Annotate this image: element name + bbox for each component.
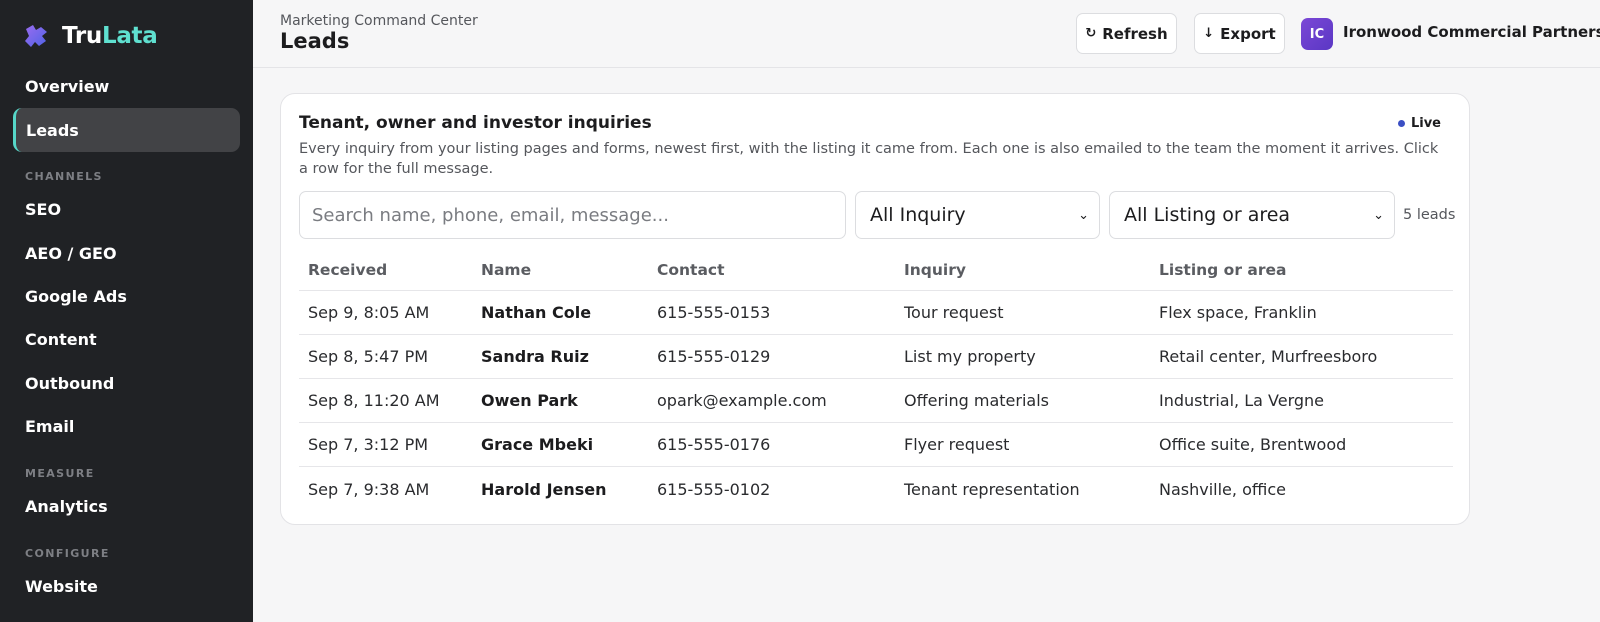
received-cell: Sep 9, 8:05 AM	[308, 303, 430, 322]
sidebar-item-label: AEO / GEO	[25, 243, 117, 263]
section-label-configure: CONFIGURE	[25, 547, 110, 560]
contact-cell: 615-555-0153	[657, 303, 771, 322]
live-dot-icon	[1397, 120, 1405, 127]
chevron-down-icon: ⌄	[1078, 207, 1089, 223]
table-header: Received Name Contact Inquiry Listing or…	[299, 250, 1453, 291]
sidebar-item-google-ads[interactable]: Google Ads	[13, 274, 240, 318]
refresh-button-label: Refresh	[1102, 24, 1168, 43]
breadcrumb: Marketing Command Center	[280, 13, 478, 29]
sidebar-item-label: Overview	[25, 76, 110, 96]
contact-cell: 615-555-0176	[657, 435, 771, 454]
name-cell: Owen Park	[481, 391, 578, 410]
sidebar-item-label: Outbound	[25, 373, 115, 393]
contact-cell: 615-555-0129	[657, 347, 771, 366]
sidebar-item-label: Google Ads	[25, 286, 127, 306]
live-label: Live	[1410, 116, 1441, 131]
export-button-label: Export	[1220, 24, 1276, 43]
sidebar: TruLata Overview Leads CHANNELS SEO AEO …	[0, 0, 253, 622]
listing-filter-value: All Listing or area	[1124, 204, 1291, 226]
sidebar-item-label: Analytics	[25, 496, 108, 516]
organization-name[interactable]: Ironwood Commercial Partners	[1343, 23, 1600, 41]
brand-name-part2: Lata	[101, 23, 158, 49]
download-arrow-icon: ↓	[1203, 26, 1215, 41]
inquiry-filter-select[interactable]: All Inquiry ⌄	[855, 191, 1100, 239]
sidebar-item-overview[interactable]: Overview	[13, 64, 240, 108]
table-row[interactable]: Sep 7, 9:38 AM Harold Jensen 615-555-010…	[299, 467, 1453, 511]
table-row[interactable]: Sep 9, 8:05 AM Nathan Cole 615-555-0153 …	[299, 291, 1453, 335]
refresh-icon: ↻	[1085, 26, 1097, 41]
top-header: Marketing Command Center Leads ↻ Refresh…	[253, 0, 1600, 68]
inquiry-cell: Offering materials	[904, 391, 1049, 410]
search-input[interactable]	[299, 191, 846, 239]
refresh-button[interactable]: ↻ Refresh	[1076, 13, 1177, 54]
received-cell: Sep 7, 3:12 PM	[308, 435, 429, 454]
sidebar-item-leads[interactable]: Leads	[13, 108, 240, 152]
name-cell: Nathan Cole	[481, 303, 592, 322]
sidebar-item-label: Content	[25, 329, 97, 349]
inquiry-cell: Tour request	[904, 303, 1004, 322]
card-description: Every inquiry from your listing pages an…	[299, 141, 1439, 177]
brand-logo[interactable]: TruLata	[22, 22, 158, 50]
sidebar-item-label: Email	[25, 416, 75, 436]
sidebar-item-outbound[interactable]: Outbound	[13, 361, 240, 405]
name-cell: Sandra Ruiz	[481, 347, 589, 366]
listing-cell: Nashville, office	[1159, 479, 1286, 499]
brand-name-part1: Tru	[62, 23, 102, 49]
column-header-contact[interactable]: Contact	[648, 261, 895, 279]
sidebar-item-label: Website	[25, 576, 98, 596]
brand-name: TruLata	[62, 23, 158, 49]
sidebar-item-label: SEO	[25, 199, 62, 219]
sidebar-item-aeo-geo[interactable]: AEO / GEO	[13, 231, 240, 275]
export-button[interactable]: ↓ Export	[1194, 13, 1285, 54]
received-cell: Sep 7, 9:38 AM	[308, 479, 430, 499]
received-cell: Sep 8, 11:20 AM	[308, 391, 440, 410]
contact-cell: 615-555-0102	[657, 479, 771, 499]
table-row[interactable]: Sep 8, 5:47 PM Sandra Ruiz 615-555-0129 …	[299, 335, 1453, 379]
inquiry-cell: List my property	[904, 347, 1036, 366]
received-cell: Sep 8, 5:47 PM	[308, 347, 429, 366]
name-cell: Harold Jensen	[481, 479, 607, 499]
leads-table: Received Name Contact Inquiry Listing or…	[299, 250, 1453, 511]
column-header-listing[interactable]: Listing or area	[1150, 261, 1453, 279]
listing-cell: Flex space, Franklin	[1159, 303, 1317, 322]
column-header-name[interactable]: Name	[472, 261, 648, 279]
inquiry-cell: Flyer request	[904, 435, 1010, 454]
sidebar-item-content[interactable]: Content	[13, 317, 240, 361]
card-title: Tenant, owner and investor inquiries	[299, 113, 652, 133]
listing-filter-select[interactable]: All Listing or area ⌄	[1109, 191, 1395, 239]
table-row[interactable]: Sep 8, 11:20 AM Owen Park opark@example.…	[299, 379, 1453, 423]
lead-count: 5 leads	[1403, 207, 1456, 223]
live-badge: Live	[1397, 116, 1441, 131]
sidebar-item-label: Leads	[26, 120, 79, 140]
contact-cell: opark@example.com	[657, 391, 827, 410]
column-header-received[interactable]: Received	[299, 261, 472, 279]
page-title: Leads	[280, 29, 350, 53]
chevron-down-icon: ⌄	[1373, 207, 1384, 223]
avatar[interactable]: IC	[1301, 18, 1333, 50]
section-label-measure: MEASURE	[25, 467, 95, 480]
inquiry-cell: Tenant representation	[904, 479, 1080, 499]
leads-card: Tenant, owner and investor inquiries Liv…	[280, 93, 1470, 525]
listing-cell: Office suite, Brentwood	[1159, 435, 1347, 454]
section-label-channels: CHANNELS	[25, 170, 103, 183]
listing-cell: Retail center, Murfreesboro	[1159, 347, 1378, 366]
listing-cell: Industrial, La Vergne	[1159, 391, 1324, 410]
sidebar-item-analytics[interactable]: Analytics	[13, 484, 240, 528]
table-row[interactable]: Sep 7, 3:12 PM Grace Mbeki 615-555-0176 …	[299, 423, 1453, 467]
puzzle-logo-icon	[25, 25, 47, 47]
sidebar-item-email[interactable]: Email	[13, 404, 240, 448]
column-header-inquiry[interactable]: Inquiry	[895, 261, 1150, 279]
sidebar-item-seo[interactable]: SEO	[13, 187, 240, 231]
inquiry-filter-value: All Inquiry	[870, 204, 966, 226]
name-cell: Grace Mbeki	[481, 435, 594, 454]
sidebar-item-website[interactable]: Website	[13, 564, 240, 608]
